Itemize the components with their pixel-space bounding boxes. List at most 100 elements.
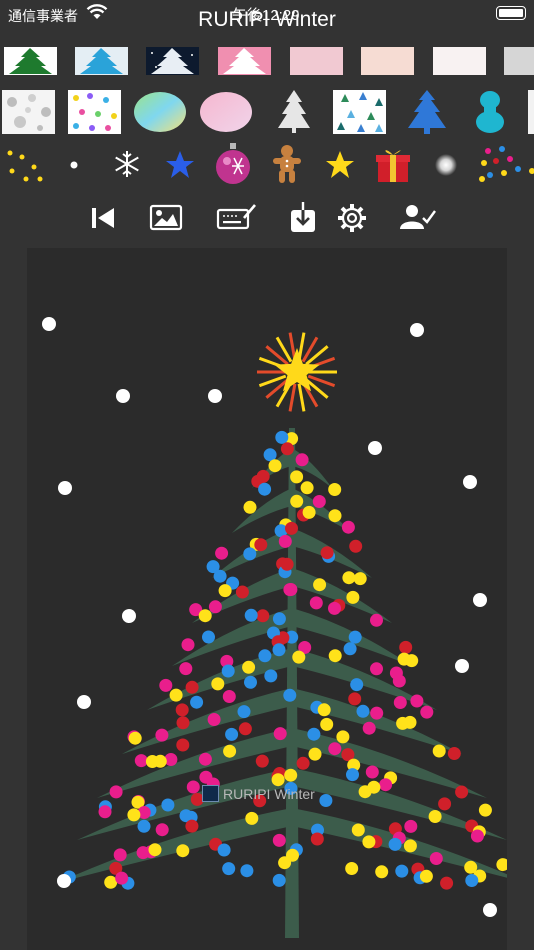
ornament (237, 705, 251, 719)
ornament (256, 469, 270, 483)
ornament (388, 837, 402, 851)
snow-dot (116, 389, 130, 403)
green-tree-paper[interactable] (4, 47, 57, 75)
ornament (309, 596, 323, 610)
ornament (255, 754, 269, 768)
ornament (284, 768, 298, 782)
ornament (328, 649, 342, 663)
pink-tree-paper[interactable] (218, 47, 271, 75)
snow-dot (410, 323, 424, 337)
gingerbread-man-icon[interactable] (272, 144, 302, 184)
ornament (243, 500, 257, 514)
ornament (470, 829, 484, 843)
watermark-text: RURIPI Winter (223, 786, 315, 802)
ornament (275, 430, 289, 444)
app-logo-icon (202, 785, 219, 802)
ornament (365, 765, 379, 779)
ornament (455, 785, 469, 799)
ornament (176, 738, 190, 752)
white-dot[interactable] (64, 155, 84, 175)
ornament (348, 692, 362, 706)
rainbow-ellipse[interactable] (133, 90, 188, 134)
colored-dots[interactable] (478, 145, 534, 185)
ornament (317, 703, 331, 717)
save-button[interactable] (283, 198, 323, 238)
settings-button[interactable] (332, 198, 372, 238)
blue-glitter-tree[interactable] (404, 90, 450, 134)
triangle-pattern-paper[interactable] (333, 90, 386, 134)
person-check-icon (400, 205, 436, 229)
yellow-star-icon[interactable] (325, 150, 355, 180)
peach-paper[interactable] (361, 47, 414, 75)
pink-paper[interactable] (290, 47, 343, 75)
ornament (292, 650, 306, 664)
ornament (362, 721, 376, 735)
white-paper[interactable] (433, 47, 486, 75)
ornament (496, 858, 507, 872)
partial-item[interactable] (528, 90, 534, 134)
ornament (395, 864, 409, 878)
account-button[interactable] (398, 198, 438, 238)
gift-box-icon[interactable] (375, 146, 411, 184)
ornament (127, 808, 141, 822)
ornament (290, 494, 304, 508)
ornament (244, 675, 257, 689)
snow-dot (58, 481, 72, 495)
ornament (392, 674, 406, 688)
ornament (278, 534, 292, 548)
ornament (148, 843, 162, 857)
paper-palette-row (0, 47, 534, 77)
image-button[interactable] (146, 198, 186, 238)
ornament (420, 705, 434, 719)
ornament (379, 778, 393, 792)
gray-dots-paper[interactable] (2, 90, 55, 134)
ornament (113, 848, 127, 862)
glow-light-icon[interactable] (434, 153, 458, 177)
ornament (185, 680, 199, 694)
ornament (244, 608, 258, 622)
ornament (310, 832, 324, 846)
download-icon (291, 202, 315, 232)
ornament (137, 819, 151, 833)
ornament (419, 869, 433, 883)
keyboard-edit-button[interactable] (216, 198, 256, 238)
ornament (258, 649, 272, 663)
blue-tree-paper[interactable] (75, 47, 128, 75)
white-tree[interactable] (272, 90, 316, 134)
watermark: RURIPI Winter (202, 785, 315, 802)
confetti-paper[interactable] (68, 90, 121, 134)
ornament (185, 819, 199, 833)
ornament (211, 677, 225, 691)
night-tree-paper[interactable] (146, 47, 199, 75)
ornament (181, 638, 195, 652)
purple-bauble-icon[interactable] (214, 143, 252, 185)
back-to-start-button[interactable] (84, 198, 124, 238)
snow-dot (208, 389, 222, 403)
ornament (399, 640, 413, 654)
ornament (341, 520, 355, 534)
ornament (280, 442, 294, 456)
snowflake-icon[interactable] (112, 149, 142, 179)
ornament (440, 876, 454, 890)
ornament (268, 459, 282, 473)
ornament (264, 669, 278, 683)
teal-ornament[interactable] (474, 90, 506, 134)
gray-paper[interactable] (504, 47, 534, 75)
pink-ellipse[interactable] (199, 90, 254, 134)
drawing-canvas[interactable]: RURIPI Winter (27, 248, 507, 950)
ornament (370, 706, 384, 720)
yellow-dots[interactable] (4, 145, 44, 185)
ornament (320, 546, 334, 560)
ornament (155, 823, 169, 837)
ornament (346, 768, 359, 782)
blue-star-icon[interactable] (165, 150, 195, 180)
ornament (278, 856, 292, 870)
ornament (397, 652, 411, 666)
ornament (254, 538, 268, 552)
ornament (109, 785, 123, 799)
snow-dot (473, 593, 487, 607)
ornament (349, 539, 363, 553)
ornament (213, 569, 227, 583)
ornament (186, 780, 200, 794)
tree-artwork (42, 317, 507, 938)
